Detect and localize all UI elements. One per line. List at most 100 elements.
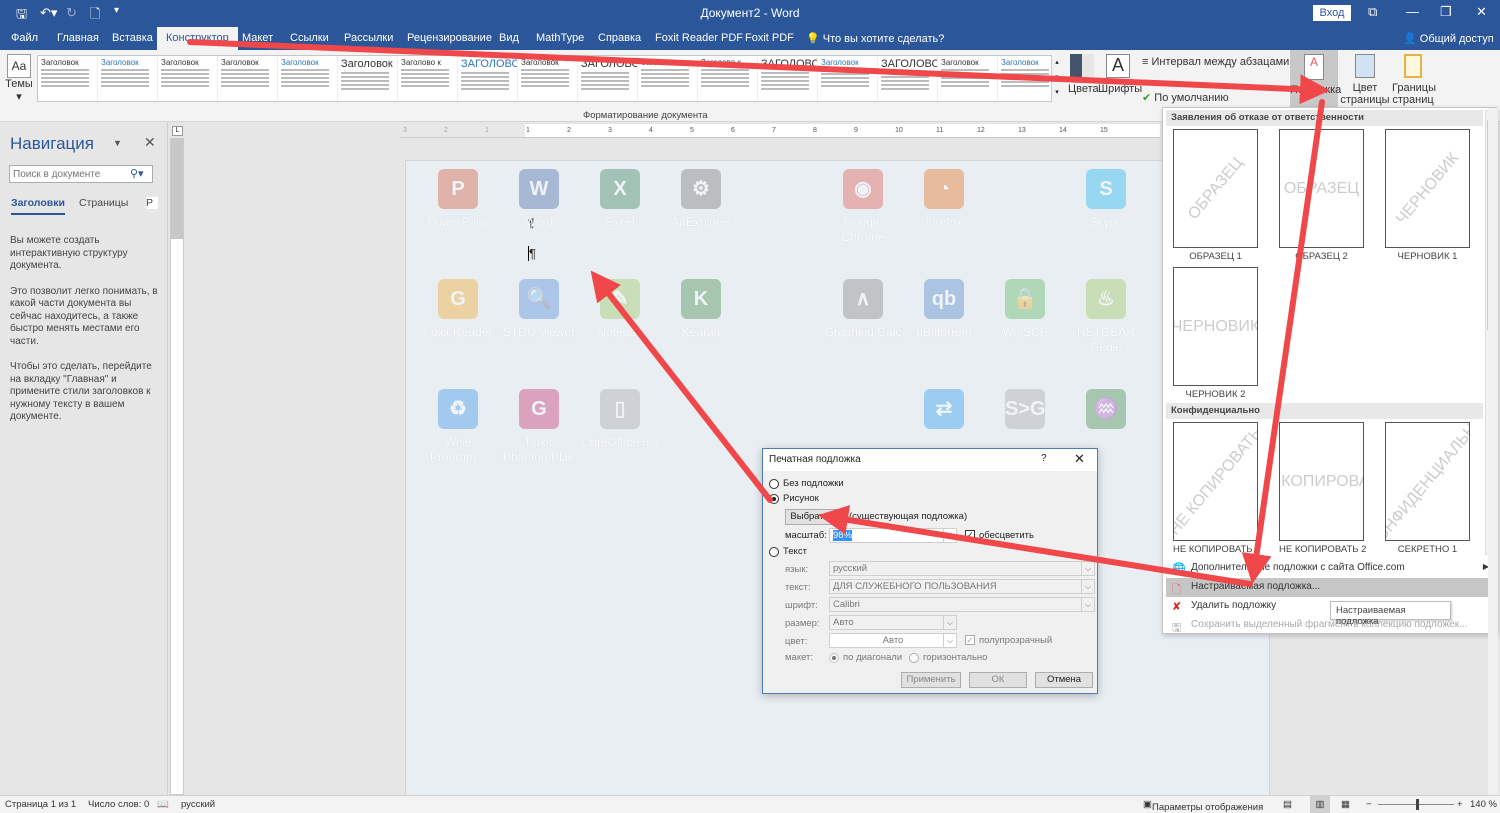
ok-button[interactable]: ОК (969, 672, 1027, 688)
text-line (1001, 69, 1049, 71)
dialog-close-icon[interactable]: ✕ (1074, 451, 1085, 467)
style-set-thumbnail[interactable]: Заголовок (338, 56, 398, 101)
watermark-option[interactable]: ОБРАЗЕЦ ОБРАЗЕЦ 2 (1279, 129, 1364, 262)
watermark-option[interactable]: НЕ КОПИРОВАТЬ НЕ КОПИРОВАТЬ 2 (1279, 422, 1366, 555)
scale-combobox[interactable]: 98% ⌵ (829, 528, 957, 543)
sign-in-button[interactable]: Вход (1313, 5, 1351, 21)
themes-button[interactable]: Aa Темы ▾ (4, 54, 34, 103)
custom-watermark-item[interactable]: 🗋 Настраиваемая подложка... (1166, 578, 1495, 597)
horizontal-radio[interactable] (909, 653, 919, 663)
themes-label: Темы (5, 78, 33, 90)
more-watermarks-item[interactable]: 🌐 Дополнительные подложки с сайта Office.… (1166, 559, 1495, 578)
tab-7[interactable]: Рецензирование (407, 32, 492, 44)
picture-radio[interactable] (769, 494, 779, 504)
zoom-level[interactable]: 140 % (1470, 799, 1497, 810)
tab-0[interactable]: Файл (11, 32, 38, 44)
text-radio[interactable] (769, 547, 779, 557)
tab-5[interactable]: Ссылки (290, 32, 329, 44)
semitransparent-checkbox[interactable]: ✓ (965, 635, 975, 645)
tab-12[interactable]: Foxit PDF (745, 32, 794, 44)
style-set-thumbnail[interactable]: Заголовок (998, 56, 1058, 101)
style-set-thumbnail[interactable]: Заголовок (938, 56, 998, 101)
tab-pages[interactable]: Страницы (79, 197, 128, 209)
zoom-in-icon[interactable]: + (1457, 799, 1463, 810)
proofing-icon[interactable]: 📖 (157, 799, 169, 810)
tell-me-search[interactable]: 💡 Что вы хотите сделать? (806, 32, 944, 45)
tab-results[interactable]: Р (146, 197, 158, 209)
tab-11[interactable]: Foxit Reader PDF (655, 32, 743, 44)
watermark-option[interactable]: КОНФИДЕНЦИАЛЬНО СЕКРЕТНО 1 (1385, 422, 1470, 555)
cancel-button[interactable]: Отмена (1035, 672, 1093, 688)
ribbon-display-options-icon[interactable]: ⧉ (1368, 4, 1377, 20)
style-set-thumbnail[interactable]: ЗАГОЛОВОК (878, 56, 938, 101)
tab-2[interactable]: Вставка (112, 32, 153, 44)
font-select[interactable]: Calibri ⌵ (829, 597, 1095, 612)
style-set-thumbnail[interactable]: Заголовок (218, 56, 278, 101)
search-icon[interactable]: ⚲▾ (130, 167, 144, 180)
tab-headings[interactable]: Заголовки (11, 197, 65, 215)
color-select[interactable]: Авто ⌵ (829, 633, 957, 648)
style-set-thumbnail[interactable]: Заголовок (518, 56, 578, 101)
display-settings[interactable]: ▣ Параметры отображения (1143, 799, 1263, 813)
share-button[interactable]: 👤 Общий доступ (1403, 32, 1494, 45)
style-set-thumbnail[interactable]: Заголово к (398, 56, 458, 101)
tab-8[interactable]: Вид (499, 32, 519, 44)
web-layout-icon[interactable]: ▦ (1341, 799, 1350, 810)
watermark-option[interactable]: ЧЕРНОВИК ЧЕРНОВИК 2 (1173, 267, 1258, 400)
tab-9[interactable]: MathType (536, 32, 584, 44)
diagonal-radio[interactable] (829, 653, 839, 663)
language-select[interactable]: русский ⌵ (829, 561, 1095, 576)
style-set-thumbnail[interactable]: Заголово к (698, 56, 758, 101)
select-picture-button[interactable]: Выбрать... (785, 509, 842, 525)
gallery-scroll[interactable]: ▴ ▾ ▾ (1051, 55, 1062, 102)
minimize-icon[interactable]: — (1406, 4, 1419, 19)
language-status[interactable]: русский (181, 799, 215, 810)
watermark-button[interactable]: A Подложка (1290, 50, 1341, 108)
tab-4[interactable]: Макет (242, 32, 273, 44)
document-scrollbar[interactable] (1488, 108, 1498, 795)
zoom-slider-thumb[interactable] (1416, 799, 1419, 810)
chevron-down-icon[interactable]: ⌵ (943, 529, 956, 542)
apply-button[interactable]: Применить (901, 672, 961, 688)
style-set-thumbnail[interactable]: Заголовок (158, 56, 218, 101)
colors-button[interactable]: Цвета (1068, 54, 1099, 95)
tab-selector[interactable]: L (172, 126, 183, 136)
watermark-text-select[interactable]: ДЛЯ СЛУЖЕБНОГО ПОЛЬЗОВАНИЯ ⌵ (829, 579, 1095, 594)
tab-10[interactable]: Справка (598, 32, 641, 44)
pane-options-icon[interactable]: ▼ (113, 138, 122, 148)
set-default-button[interactable]: ✔ По умолчанию (1142, 91, 1229, 104)
style-set-thumbnail[interactable]: ЗАГОЛОВО К (458, 56, 518, 101)
page-borders-button[interactable]: Границы страниц (1392, 54, 1436, 106)
style-set-thumbnail[interactable]: Заголовок (278, 56, 338, 101)
paragraph-spacing-button[interactable]: ≡ Интервал между абзацами ▾ (1142, 55, 1298, 68)
page-color-button[interactable]: Цвет страницы (1340, 54, 1390, 106)
no-watermark-radio[interactable] (769, 479, 779, 489)
washout-checkbox[interactable]: ✓ (965, 530, 975, 540)
tab-6[interactable]: Рассылки (344, 32, 393, 44)
help-button[interactable]: ? (1041, 453, 1047, 464)
style-set-thumbnail[interactable]: Заголовок (98, 56, 158, 101)
style-set-thumbnail[interactable]: Заголовок (38, 56, 98, 101)
zoom-out-icon[interactable]: − (1366, 799, 1372, 810)
size-select[interactable]: Авто ⌵ (829, 615, 957, 630)
style-set-thumbnail[interactable]: Заголовок (638, 56, 698, 101)
close-icon[interactable]: ✕ (1476, 4, 1487, 20)
print-layout-icon[interactable]: ▥ (1310, 796, 1330, 813)
tab-3[interactable]: Конструктор (157, 27, 238, 50)
watermark-option[interactable]: ЧЕРНОВИК ЧЕРНОВИК 1 (1385, 129, 1470, 262)
word-count[interactable]: Число слов: 0 (88, 799, 149, 810)
shortcut-label: AirExplorer (671, 215, 731, 229)
style-set-gallery[interactable]: Заголовок Заголовок Заголовок Заголовок Заго… (37, 55, 1062, 102)
text-line (341, 76, 389, 78)
close-pane-icon[interactable]: ✕ (144, 134, 156, 151)
restore-icon[interactable]: ❐ (1440, 4, 1452, 20)
style-set-thumbnail[interactable]: ЗАГОЛОВОК (758, 56, 818, 101)
tab-1[interactable]: Главная (57, 32, 99, 44)
fonts-button[interactable]: A Шрифты (1098, 54, 1142, 95)
page-count[interactable]: Страница 1 из 1 (5, 799, 76, 810)
style-set-thumbnail[interactable]: Заголовок (818, 56, 878, 101)
watermark-option[interactable]: ОБРАЗЕЦ ОБРАЗЕЦ 1 (1173, 129, 1258, 262)
style-set-thumbnail[interactable]: ЗАГОЛОВОК (578, 56, 638, 101)
read-mode-icon[interactable]: ▤ (1283, 799, 1292, 810)
watermark-option[interactable]: НЕ КОПИРОВАТЬ НЕ КОПИРОВАТЬ 1 (1173, 422, 1260, 555)
